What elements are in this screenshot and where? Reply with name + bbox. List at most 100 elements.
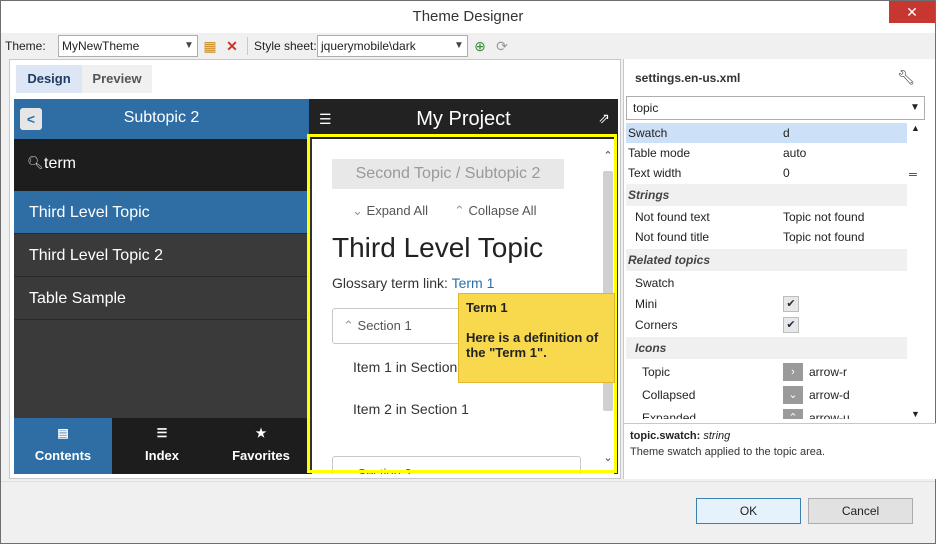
tooltip-title: Term 1 [466, 300, 508, 315]
category-icons: Icons [626, 337, 907, 359]
prop-name: Not found text [635, 210, 710, 224]
title-bar: Theme Designer ✕ [1, 1, 935, 33]
glossary-tooltip: Term 1 Here is a definition of the "Term… [458, 293, 615, 383]
section-2-toggle[interactable]: ⌄ Section 2 [332, 456, 581, 474]
prop-value[interactable]: auto [783, 143, 806, 163]
delete-theme-icon[interactable]: ✕ [223, 37, 241, 55]
prop-name: Not found title [635, 230, 710, 244]
theme-label: Theme: [5, 39, 46, 53]
description-type: string [703, 430, 731, 442]
scroll-up-icon[interactable]: ⌃ [602, 149, 614, 162]
sidebar-title: Subtopic 2 [123, 109, 200, 126]
theme-designer-window: Theme Designer ✕ Theme: MyNewTheme ▼ ▦ ✕… [0, 0, 936, 544]
property-grid-scrollbar[interactable]: ▲ ═ ▼ [909, 123, 925, 419]
section-label: Section 2 [357, 466, 412, 474]
add-stylesheet-icon[interactable]: ⊕ [471, 37, 489, 55]
footer-nav: ▤ Contents ☰ Index ★ Favorites [14, 418, 309, 474]
category-label: Strings [628, 188, 670, 202]
category-label: Related topics [628, 253, 711, 267]
nav-item-third-level-topic[interactable]: Third Level Topic [14, 191, 309, 234]
cancel-button[interactable]: Cancel [808, 498, 913, 524]
arrow-down-icon: ⌄ [783, 386, 803, 404]
design-pane: Design Preview < Subtopic 2 🔍︎ term Thir… [9, 59, 621, 479]
prop-value[interactable]: arrow-r [809, 362, 847, 382]
prop-name: Table mode [628, 146, 691, 160]
tab-design[interactable]: Design [16, 65, 82, 93]
breadcrumb-item[interactable]: Second Topic [356, 165, 452, 182]
mobile-preview: < Subtopic 2 🔍︎ term Third Level Topic T… [14, 99, 618, 474]
chevron-down-icon: ▼ [184, 40, 194, 51]
refresh-stylesheet-icon[interactable]: ⟳ [493, 37, 511, 55]
prop-name: Topic [642, 365, 671, 379]
mini-checkbox[interactable]: ✔ [783, 296, 799, 312]
footer-tab-index[interactable]: ☰ Index [113, 418, 211, 474]
breadcrumb-separator: / [455, 165, 461, 182]
footer-tab-favorites[interactable]: ★ Favorites [212, 418, 310, 474]
prop-name: Mini [635, 297, 658, 311]
footer-tab-label: Favorites [232, 448, 290, 463]
scroll-down-icon[interactable]: ▼ [911, 409, 920, 419]
prop-value[interactable]: Topic not found [783, 207, 864, 227]
topic-header: ☰ My Project ⇗ [309, 99, 618, 139]
prop-value[interactable]: Topic not found [783, 227, 864, 247]
project-title: My Project [416, 108, 511, 130]
glossary-term-link[interactable]: Term 1 [452, 275, 495, 291]
prop-row-table-mode[interactable]: Table mode auto [626, 143, 907, 163]
topic-select[interactable]: topic ▼ [626, 96, 925, 120]
chevron-down-icon: ▼ [454, 40, 464, 51]
topic-heading: Third Level Topic [332, 232, 544, 263]
prop-row-text-width[interactable]: Text width 0 [626, 163, 907, 183]
settings-file-title: settings.en-us.xml [635, 71, 741, 85]
prop-row-not-found-text[interactable]: Not found text Topic not found [626, 207, 907, 227]
prop-value[interactable]: d [783, 123, 790, 143]
prop-name: Swatch [635, 276, 675, 290]
category-related-topics: Related topics [626, 249, 907, 271]
prop-row-mini[interactable]: Mini ✔ [626, 294, 907, 314]
corners-checkbox[interactable]: ✔ [783, 317, 799, 333]
prop-name: Collapsed [642, 388, 696, 402]
prop-row-collapsed-icon[interactable]: Collapsed ⌄ arrow-d [626, 385, 907, 405]
search-input[interactable]: term [44, 155, 76, 173]
prop-name: Text width [628, 166, 682, 180]
close-button[interactable]: ✕ [889, 1, 935, 23]
ok-button[interactable]: OK [696, 498, 801, 524]
chevron-down-icon: ⌄ [352, 203, 363, 218]
prop-row-swatch[interactable]: Swatch d [626, 123, 907, 143]
theme-select[interactable]: MyNewTheme ▼ [58, 35, 198, 57]
wrench-icon[interactable]: 🔧︎ [897, 69, 915, 86]
collapse-all-label: Collapse All [468, 203, 537, 218]
search-box[interactable]: 🔍︎ term [14, 139, 309, 191]
sidebar-header: < Subtopic 2 [14, 99, 309, 139]
scroll-thumb[interactable]: ═ [909, 169, 917, 181]
prop-value[interactable]: arrow-u [809, 408, 850, 419]
arrow-up-icon: ⌃ [783, 409, 803, 419]
toolbar-separator [247, 37, 248, 55]
prop-row-topic-icon[interactable]: Topic › arrow-r [626, 362, 907, 382]
scroll-up-icon[interactable]: ▲ [911, 123, 920, 133]
share-icon[interactable]: ⇗ [598, 110, 610, 127]
stylesheet-select[interactable]: jquerymobile\dark ▼ [317, 35, 468, 57]
window-title: Theme Designer [412, 8, 524, 25]
nav-item-third-level-topic-2[interactable]: Third Level Topic 2 [14, 234, 309, 277]
prop-row-expanded-icon[interactable]: Expanded ⌃ arrow-u [626, 408, 907, 419]
chevron-down-icon: ⌄ [343, 466, 354, 474]
prop-row-not-found-title[interactable]: Not found title Topic not found [626, 227, 907, 247]
scroll-down-icon[interactable]: ⌄ [602, 451, 614, 464]
new-theme-icon[interactable]: ▦ [201, 37, 219, 55]
prop-value[interactable]: arrow-d [809, 385, 850, 405]
expand-all-label: Expand All [366, 203, 428, 218]
list-icon: ☰ [156, 426, 168, 440]
collapse-all-link[interactable]: ⌃ Collapse All [454, 203, 536, 219]
prop-row-corners[interactable]: Corners ✔ [626, 315, 907, 335]
prop-row-related-swatch[interactable]: Swatch [626, 273, 907, 293]
chevron-up-icon: ⌃ [454, 203, 465, 218]
breadcrumb-item[interactable]: Subtopic 2 [465, 165, 541, 182]
tab-preview[interactable]: Preview [82, 65, 152, 93]
nav-item-table-sample[interactable]: Table Sample [14, 277, 309, 320]
expand-all-link[interactable]: ⌄ Expand All [352, 203, 428, 219]
category-strings: Strings [626, 184, 907, 206]
footer-tab-label: Index [145, 448, 179, 463]
prop-value[interactable]: 0 [783, 163, 790, 183]
footer-tab-contents[interactable]: ▤ Contents [14, 418, 112, 474]
list-item: Item 1 in Section 1 [353, 359, 469, 375]
